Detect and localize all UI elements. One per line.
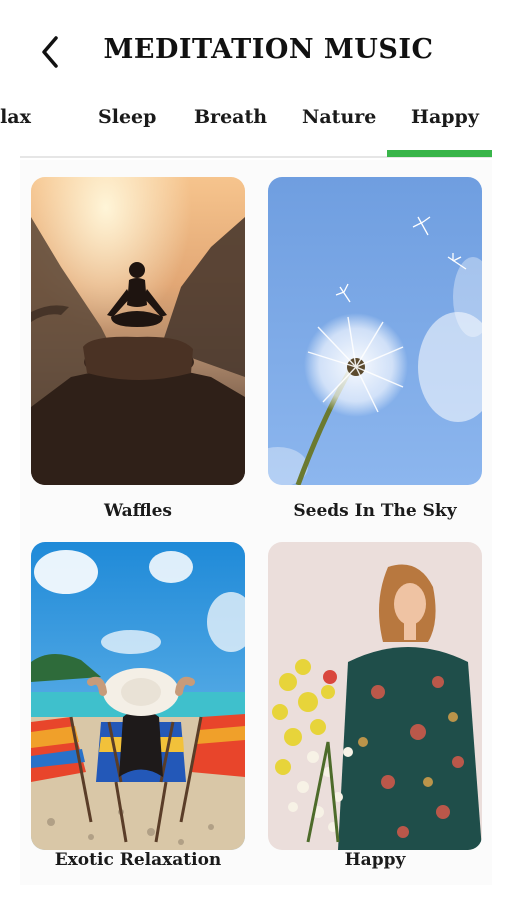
track-title: Exotic Relaxation bbox=[54, 850, 222, 870]
track-card-happy[interactable]: Happy bbox=[268, 542, 482, 870]
track-grid: Waffles Seeds In The Sky Exotic Relaxati… bbox=[20, 160, 492, 885]
tab-happy[interactable]: Happy bbox=[411, 106, 479, 128]
track-card-waffles[interactable]: Waffles bbox=[31, 177, 245, 521]
track-title: Happy bbox=[344, 850, 406, 870]
track-title: Seeds In The Sky bbox=[293, 501, 457, 521]
track-thumbnail bbox=[268, 177, 482, 485]
track-card-exotic-relaxation[interactable]: Exotic Relaxation bbox=[31, 542, 245, 870]
category-tabs: elax Sleep Breath Nature Happy bbox=[0, 100, 507, 160]
track-card-seeds-in-the-sky[interactable]: Seeds In The Sky bbox=[268, 177, 482, 521]
track-thumbnail bbox=[31, 177, 245, 485]
page-title: MEDITATION MUSIC bbox=[103, 34, 434, 65]
tab-breath[interactable]: Breath bbox=[194, 106, 267, 128]
track-thumbnail bbox=[31, 542, 245, 850]
app-header: MEDITATION MUSIC bbox=[0, 0, 507, 100]
track-title: Waffles bbox=[104, 501, 172, 521]
track-thumbnail bbox=[268, 542, 482, 850]
tab-relax[interactable]: elax bbox=[0, 106, 31, 128]
active-tab-indicator bbox=[387, 150, 492, 157]
tab-nature[interactable]: Nature bbox=[302, 106, 376, 128]
tab-sleep[interactable]: Sleep bbox=[98, 106, 156, 128]
